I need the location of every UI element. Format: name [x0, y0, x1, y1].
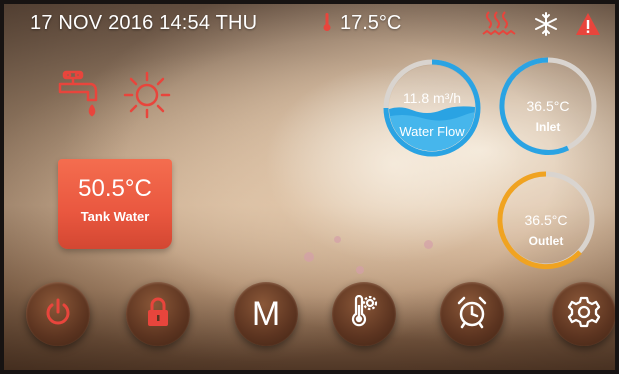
- settings-button[interactable]: [552, 282, 615, 346]
- warning-icon: [575, 12, 601, 36]
- ambient-temperature-value: 17.5°C: [340, 12, 402, 34]
- water-flow-gauge[interactable]: 11.8 m³/h Water Flow: [382, 58, 482, 158]
- outlet-label: Outlet: [528, 234, 564, 248]
- temperature-settings-button[interactable]: [332, 282, 396, 346]
- power-button[interactable]: [26, 282, 90, 346]
- water-flow-label: Water Flow: [399, 124, 465, 139]
- lock-icon: [145, 296, 171, 333]
- inlet-gauge[interactable]: 36.5°C Inlet: [498, 56, 598, 156]
- outlet-gauge[interactable]: 36.5°C Outlet: [496, 170, 596, 270]
- defrost-icon: [533, 11, 559, 37]
- bottom-toolbar: M: [26, 282, 615, 352]
- tank-water-label: Tank Water: [80, 209, 150, 224]
- tank-water-card[interactable]: 50.5°C Tank Water: [58, 159, 172, 249]
- sun-icon[interactable]: [122, 70, 172, 131]
- alarm-clock-icon: [455, 295, 489, 334]
- ambient-temperature: 17.5°C: [322, 12, 401, 38]
- timer-button[interactable]: [440, 282, 504, 346]
- datetime-display: 17 NOV 2016 14:54 THU: [30, 12, 258, 34]
- lock-button[interactable]: [126, 282, 190, 346]
- outlet-value: 36.5°C: [524, 212, 568, 228]
- mode-button-label: M: [251, 294, 281, 333]
- thermometer-settings-icon: [347, 294, 381, 334]
- power-icon: [43, 297, 73, 332]
- inlet-value: 36.5°C: [526, 98, 570, 114]
- mode-button[interactable]: M: [234, 282, 298, 346]
- heating-icon: [481, 10, 517, 38]
- thermometer-icon: [322, 12, 340, 38]
- mode-icons: [56, 70, 172, 131]
- water-flow-value: 11.8 m³/h: [402, 90, 462, 106]
- status-icons: [481, 10, 601, 38]
- screen: 17 NOV 2016 14:54 THU 17.5°C 50.5°C Tank…: [0, 0, 619, 374]
- gear-icon: [567, 295, 601, 334]
- inlet-label: Inlet: [535, 120, 561, 134]
- tank-water-value: 50.5°C: [78, 175, 152, 202]
- tap-water-icon[interactable]: [56, 70, 100, 131]
